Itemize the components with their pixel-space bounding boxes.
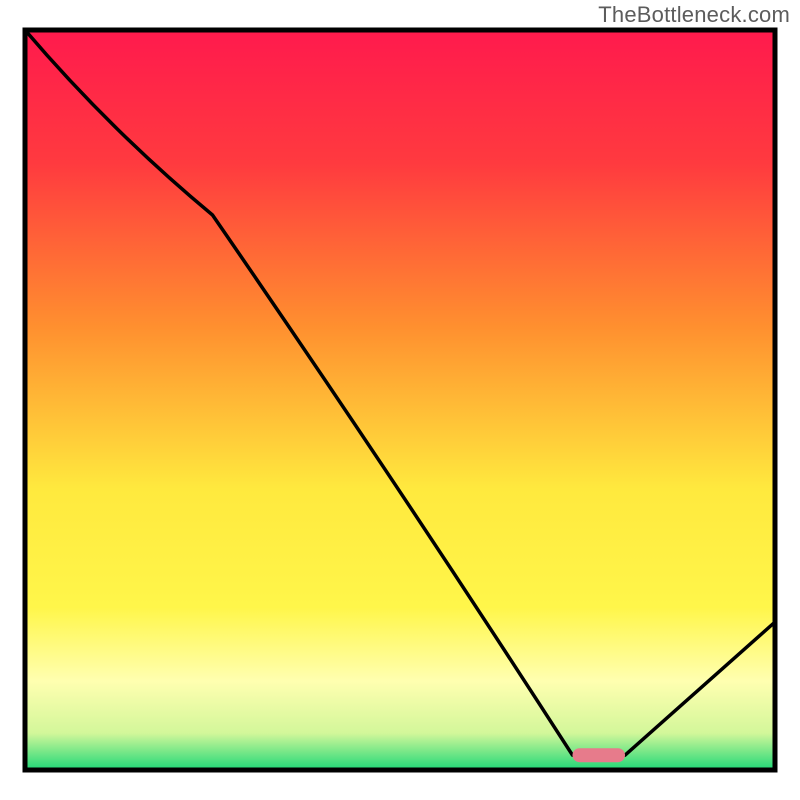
watermark-text: TheBottleneck.com [598, 2, 790, 28]
plot-background [25, 30, 775, 770]
chart-container: TheBottleneck.com [0, 0, 800, 800]
chart-svg [0, 0, 800, 800]
marker-pill [573, 748, 626, 762]
